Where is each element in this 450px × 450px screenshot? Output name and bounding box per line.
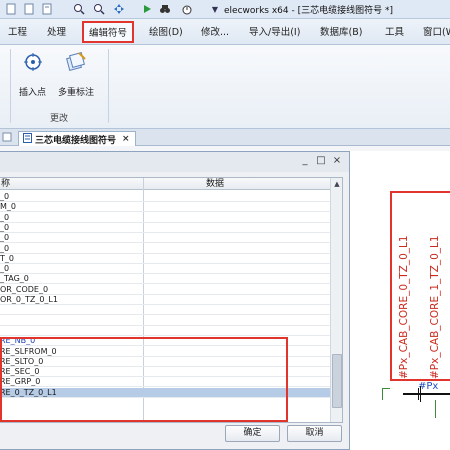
- tick-mark: [420, 386, 421, 402]
- row-name: RE_NB_0: [0, 336, 36, 346]
- menu-window[interactable]: 窗口(W: [423, 24, 450, 38]
- menu-process[interactable]: 处理: [47, 24, 66, 38]
- scroll-up-icon[interactable]: ▲: [331, 178, 342, 190]
- tab-label: 三芯电缆接线图符号: [35, 135, 117, 146]
- row-name: _0: [0, 212, 10, 222]
- table-row[interactable]: M_0: [0, 202, 330, 213]
- connector-stem: [435, 400, 436, 418]
- attribute-grid: 称 数据 _0 M_0 _0 _0 _0 _0 T_0 _0 _TAG_0 OR_CODE_0 OR…: [0, 177, 343, 423]
- symbol-document-icon: [23, 132, 32, 146]
- tab-scroll-icon[interactable]: [2, 132, 14, 144]
- window-title: elecworks x64 - [三芯电缆接线图符号 *]: [224, 6, 393, 16]
- px-label[interactable]: #Px: [418, 381, 438, 392]
- table-row[interactable]: OR_CODE_0: [0, 285, 330, 295]
- tick-mark: [418, 388, 419, 400]
- connection-bracket: [382, 388, 390, 400]
- play-icon[interactable]: [140, 2, 154, 16]
- ribbon: 插入点 多重标注 更改: [0, 45, 450, 129]
- row-name: RE_SEC_0: [0, 367, 40, 377]
- table-row[interactable]: RE_0_TZ_0_L1: [0, 387, 330, 398]
- table-row[interactable]: _0: [0, 264, 330, 275]
- document-tab-strip: 三芯电缆接线图符号 ×: [0, 129, 450, 146]
- menu-database[interactable]: 数据库(B): [320, 24, 362, 38]
- zoom-out-icon[interactable]: [92, 2, 106, 16]
- row-name: RE_SLFROM_0: [0, 346, 57, 356]
- table-row[interactable]: _0: [0, 223, 330, 233]
- row-name: OR_0_TZ_0_L1: [0, 295, 58, 304]
- row-name: _0: [0, 264, 10, 274]
- table-row[interactable]: RE_SLTO_0: [0, 357, 330, 367]
- dropdown-arrow-icon[interactable]: ▼: [208, 2, 222, 16]
- menu-bar: 工程 处理 编辑符号 绘图(D) 修改... 导入/导出(I) 数据库(B) 工…: [0, 19, 450, 45]
- pan-icon[interactable]: [112, 2, 126, 16]
- attribute-core-1[interactable]: #Px_CAB_CORE_1_TZ_0_L1: [429, 235, 441, 379]
- table-row[interactable]: T_0: [0, 254, 330, 264]
- row-name: _TAG_0: [0, 274, 29, 284]
- dialog-header: _ □ ×: [0, 152, 349, 172]
- document-icon[interactable]: [4, 2, 18, 16]
- table-row[interactable]: _TAG_0: [0, 274, 330, 285]
- title-bar: ▼ elecworks x64 - [三芯电缆接线图符号 *]: [0, 0, 450, 19]
- table-row[interactable]: RE_SEC_0: [0, 367, 330, 378]
- table-row[interactable]: _0: [0, 233, 330, 244]
- stopwatch-icon[interactable]: [180, 2, 194, 16]
- row-name: T_0: [0, 253, 14, 263]
- column-header-data[interactable]: 数据: [206, 178, 224, 190]
- menu-modify[interactable]: 修改...: [201, 24, 229, 38]
- row-name: RE_0_TZ_0_L1: [0, 387, 57, 397]
- ribbon-divider: [10, 49, 11, 123]
- close-button[interactable]: ×: [331, 155, 343, 167]
- document-icon[interactable]: [22, 2, 36, 16]
- maximize-button[interactable]: □: [315, 155, 327, 167]
- table-row[interactable]: _0: [0, 244, 330, 254]
- row-name: M_0: [0, 202, 16, 212]
- table-row[interactable]: [0, 305, 330, 316]
- scroll-down-icon[interactable]: ▼: [331, 422, 343, 423]
- row-name: RE_SLTO_0: [0, 356, 44, 366]
- row-name: _0: [0, 243, 10, 253]
- table-row[interactable]: RE_SLFROM_0: [0, 347, 330, 357]
- insert-point-label: 插入点: [19, 88, 47, 98]
- ok-button[interactable]: 确定: [225, 425, 280, 442]
- attribute-core-0[interactable]: #Px_CAB_CORE_0_TZ_0_L1: [398, 235, 410, 379]
- close-icon[interactable]: ×: [122, 134, 130, 144]
- vertical-scrollbar[interactable]: ▲ ▼: [330, 178, 343, 423]
- table-row[interactable]: _0: [0, 192, 330, 202]
- table-row[interactable]: OR_0_TZ_0_L1: [0, 295, 330, 305]
- connection-line: [403, 393, 450, 395]
- row-name: OR_CODE_0: [0, 284, 49, 294]
- table-row[interactable]: [0, 316, 330, 326]
- insert-point-icon: [22, 51, 44, 73]
- menu-edit-symbol[interactable]: 编辑符号: [82, 21, 135, 43]
- table-row[interactable]: RE_GRP_0: [0, 377, 330, 388]
- menu-project[interactable]: 工程: [8, 24, 27, 38]
- ribbon-group-label: 更改: [50, 114, 69, 124]
- ribbon-group-divider: [108, 49, 109, 123]
- multi-attribute-button[interactable]: 多重标注: [58, 51, 94, 98]
- scroll-thumb[interactable]: [332, 354, 342, 408]
- insert-point-button[interactable]: 插入点: [19, 51, 46, 98]
- multi-attribute-label: 多重标注: [58, 88, 95, 98]
- menu-tools[interactable]: 工具: [385, 24, 404, 38]
- multi-attribute-icon: [65, 51, 87, 73]
- menu-draw[interactable]: 绘图(D): [149, 24, 183, 38]
- cancel-button[interactable]: 取消: [287, 425, 342, 442]
- row-name: _0: [0, 192, 10, 201]
- column-header-name[interactable]: 称: [1, 178, 10, 190]
- minimize-button[interactable]: _: [299, 155, 311, 167]
- row-name: RE_GRP_0: [0, 377, 41, 387]
- tab-cable-symbol[interactable]: 三芯电缆接线图符号 ×: [18, 131, 136, 146]
- binoculars-icon[interactable]: [158, 2, 172, 16]
- document-icon[interactable]: [40, 2, 54, 16]
- table-row[interactable]: [0, 326, 330, 336]
- grid-header: 称 数据: [0, 178, 330, 190]
- table-row[interactable]: RE_NB_0: [0, 336, 330, 347]
- table-row[interactable]: _0: [0, 213, 330, 223]
- menu-import-export[interactable]: 导入/导出(I): [249, 24, 300, 38]
- row-name: _0: [0, 222, 10, 232]
- zoom-in-icon[interactable]: [72, 2, 86, 16]
- row-name: _0: [0, 233, 10, 243]
